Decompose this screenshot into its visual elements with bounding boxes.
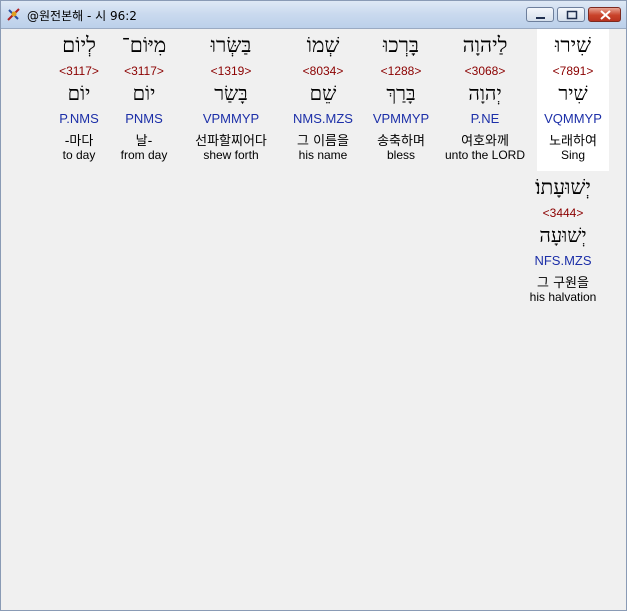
morphology-code: VPMMYP (202, 111, 260, 126)
word-cell-shew-forth[interactable]: בַּשְּׂרוּ <1319> בָּשַׂר VPMMYP 선파할찌어다 … (183, 29, 279, 171)
morphology-code: VQMMYP (544, 111, 602, 126)
close-button[interactable] (588, 7, 621, 22)
strong-number[interactable]: <3117> (49, 64, 109, 78)
strong-number[interactable]: <1288> (363, 64, 439, 78)
korean-gloss: 선파할찌어다 (195, 134, 267, 149)
interlinear-pane: שִׁירוּ <7891> שִׁיר VQMMYP 노래하여 Sing לַ… (3, 29, 624, 608)
hebrew-lemma: יְשׁוּעָה (539, 223, 587, 247)
strong-number[interactable]: <3068> (437, 64, 533, 78)
hebrew-lemma: יוֹם (67, 81, 91, 105)
hebrew-word: לְיוֹם (62, 33, 96, 57)
morphology-code: P.NE (470, 111, 500, 126)
strong-number[interactable]: <7891> (537, 64, 609, 78)
strong-number[interactable]: <3117> (113, 64, 175, 78)
strong-number[interactable]: <8034> (285, 64, 361, 78)
hebrew-lemma: בָּרַךְ (386, 81, 416, 105)
korean-gloss: 송축하며 (377, 134, 425, 149)
morphology-code: VPMMYP (372, 111, 430, 126)
korean-gloss: -마다 (64, 134, 94, 149)
english-gloss: from day (120, 148, 168, 162)
english-gloss: unto the LORD (444, 148, 526, 162)
word-cell-bless[interactable]: בָּרְכוּ <1288> בָּרַךְ VPMMYP 송축하며 bles… (363, 29, 439, 171)
maximize-button[interactable] (557, 7, 585, 22)
hebrew-lemma: יוֹם (132, 81, 156, 105)
english-gloss: Sing (560, 148, 586, 162)
word-cell-from-day[interactable]: מִיּוֹם־ <3117> יוֹם PNMS 날- from day (113, 29, 175, 171)
morphology-code: PNMS (125, 111, 163, 126)
english-gloss: bless (386, 148, 415, 162)
hebrew-lemma: בָּשַׂר (214, 81, 248, 105)
hebrew-word: לַיהוָה (462, 33, 508, 57)
hebrew-word: שְׁמוֹ (306, 33, 340, 57)
strong-number[interactable]: <3444> (515, 206, 611, 220)
word-cell-to-day[interactable]: לְיוֹם <3117> יוֹם P.NMS -마다 to day (49, 29, 109, 171)
hebrew-word: יְשׁוּעָתוֹ׃ (535, 175, 591, 199)
app-icon (6, 6, 22, 22)
hebrew-word: בַּשְּׂרוּ (210, 33, 252, 57)
morphology-code: P.NMS (59, 111, 99, 126)
english-gloss: his halvation (529, 290, 597, 304)
korean-gloss: 노래하여 (549, 134, 597, 149)
minimize-button[interactable] (526, 7, 554, 22)
window-title: @원전본해 - 시 96:2 (27, 9, 137, 23)
korean-gloss: 그 구원을 (537, 276, 589, 291)
hebrew-word: מִיּוֹם־ (121, 33, 167, 57)
app-window: @원전본해 - 시 96:2 שִׁירוּ <7891> שִׁיר VQMM… (0, 0, 627, 611)
morphology-code: NMS.MZS (293, 111, 353, 126)
word-cell-sing[interactable]: שִׁירוּ <7891> שִׁיר VQMMYP 노래하여 Sing (537, 29, 609, 171)
word-cell-lord[interactable]: לַיהוָה <3068> יְהוָה P.NE 여호와께 unto the… (437, 29, 533, 171)
word-cell-his-salvation[interactable]: יְשׁוּעָתוֹ׃ <3444> יְשׁוּעָה NFS.MZS 그 … (515, 171, 611, 313)
korean-gloss: 그 이름을 (297, 134, 349, 149)
title-bar[interactable]: @원전본해 - 시 96:2 (1, 1, 626, 29)
english-gloss: shew forth (203, 148, 259, 162)
morphology-code: NFS.MZS (534, 253, 592, 268)
hebrew-lemma: שִׁיר (558, 81, 588, 105)
hebrew-word: בָּרְכוּ (382, 33, 420, 57)
hebrew-word: שִׁירוּ (554, 33, 592, 57)
korean-gloss: 여호와께 (461, 134, 509, 149)
korean-gloss: 날- (135, 134, 153, 149)
english-gloss: to day (62, 148, 96, 162)
hebrew-lemma: יְהוָה (468, 81, 502, 105)
english-gloss: his name (298, 148, 348, 162)
word-cell-his-name[interactable]: שְׁמוֹ <8034> שֵׁם NMS.MZS 그 이름을 his nam… (285, 29, 361, 171)
strong-number[interactable]: <1319> (183, 64, 279, 78)
hebrew-lemma: שֵׁם (309, 81, 337, 105)
